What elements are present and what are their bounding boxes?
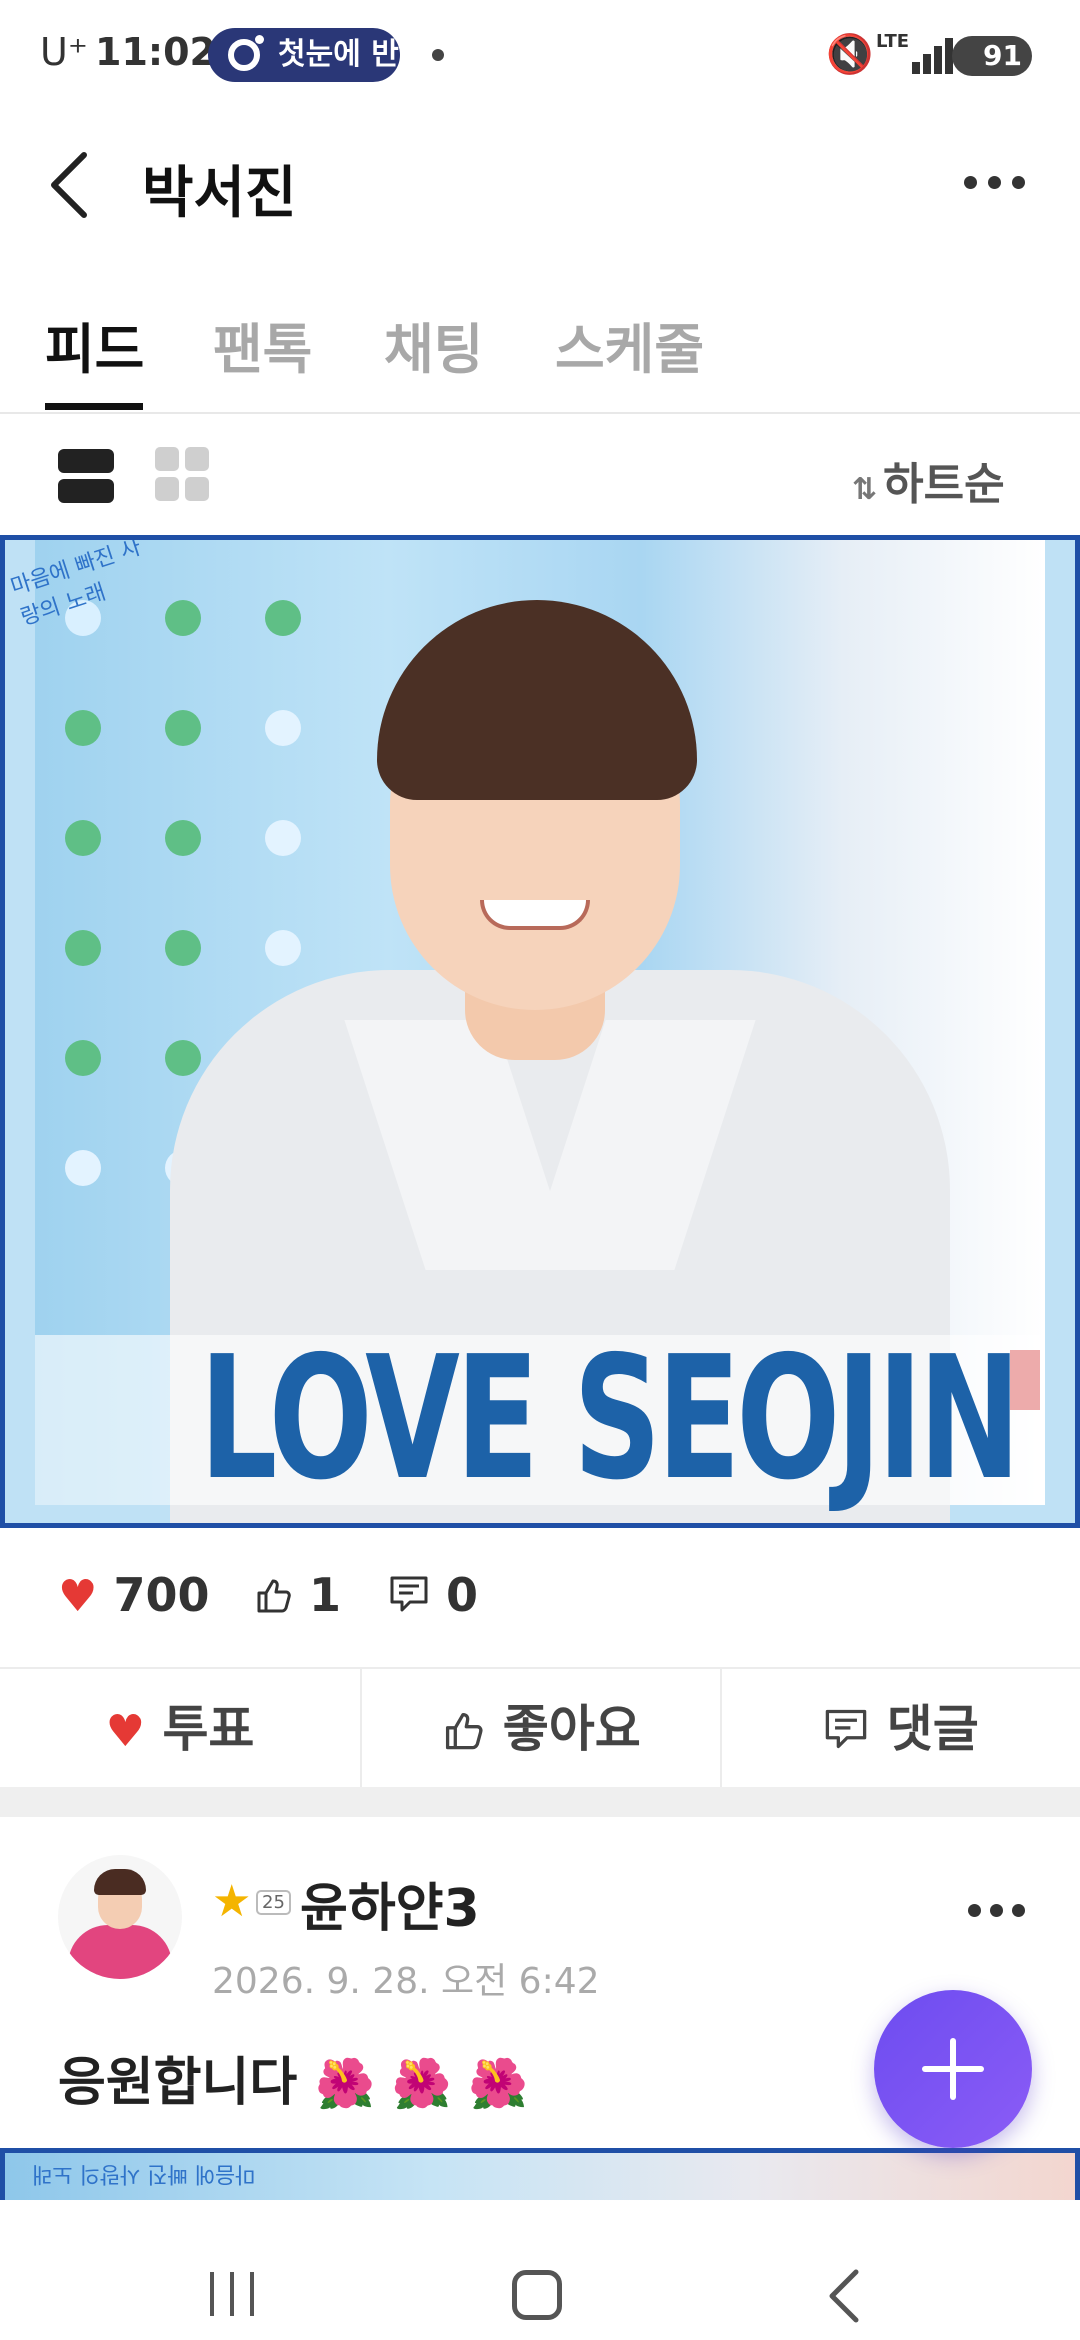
like-button[interactable]: 좋아요 [360,1669,720,1789]
list-view-icon[interactable] [58,447,114,503]
comment-icon [390,1576,428,1612]
network-type: LTE [876,31,910,52]
back-icon[interactable] [40,145,100,225]
nav-back-icon[interactable] [820,2266,870,2326]
action-row: ♥ 투표 좋아요 댓글 [0,1667,1080,1789]
pill-text: 첫눈에 반 [278,37,399,72]
comment-icon [826,1709,867,1749]
tab-chat[interactable]: 채팅 [384,305,483,384]
signal-icon [912,34,956,74]
page-title: 박서진 [142,161,297,226]
level-badge: ★ 25 [212,1876,291,1927]
comment-count: 0 [446,1568,479,1622]
section-divider [0,1787,1080,1817]
feed-image[interactable]: 마음에 빠진 사랑의 노래 LOVE SEOJIN [0,535,1080,1528]
heart-count: 700 [113,1568,210,1622]
post-body: 응원합니다 🌺 🌺 🌺 [58,2040,528,2115]
grid-view-icon[interactable] [155,447,209,501]
sort-button[interactable]: ⇅ 하트순 [852,448,1005,512]
music-icon [228,35,264,71]
thumbs-up-icon [257,1579,291,1613]
more-options-icon[interactable] [964,168,1028,198]
post-text: 응원합니다 [58,2053,298,2113]
notification-dot [432,49,444,61]
sort-icon: ⇅ [852,472,878,507]
active-tab-indicator [45,403,143,410]
tab-feed[interactable]: 피드 [45,305,144,384]
vote-label: 투표 [162,1700,255,1758]
stamp-logo: 마음에 빠진 사랑의 노래 [32,2161,256,2186]
carrier-label: U⁺ [40,30,88,74]
divider [0,412,1080,414]
post-timestamp: 2026. 9. 28. 오전 6:42 [212,1961,600,2002]
username[interactable]: 윤하얀3 [300,1866,480,1941]
avatar[interactable] [58,1855,182,1979]
home-icon[interactable] [512,2270,562,2320]
comment-button[interactable]: 댓글 [720,1669,1080,1789]
clock: 11:02 [95,30,216,74]
thumbs-up-icon [446,1712,483,1750]
mute-icon: 🔇 [826,32,874,76]
system-nav-bar [0,2200,1080,2340]
level-number: 25 [256,1890,291,1915]
vote-button[interactable]: ♥ 투표 [0,1669,360,1789]
heart-icon: ♥ [105,1706,146,1757]
post-more-icon[interactable] [968,1896,1028,1926]
tab-fantalk[interactable]: 팬톡 [213,305,312,384]
tab-schedule[interactable]: 스케줄 [555,305,704,384]
sort-label: 하트순 [883,459,1005,510]
status-bar: U⁺ 11:02 첫눈에 반 🔇 LTE 91 [0,0,1080,110]
recents-icon[interactable] [210,2272,260,2316]
add-post-button[interactable] [874,1990,1032,2148]
star-icon: ★ [212,1876,252,1927]
flower-emojis: 🌺 🌺 🌺 [315,2056,529,2112]
battery-icon: 91 [952,36,1032,76]
image-caption: LOVE SEOJIN [199,1320,1020,1518]
heart-icon: ♥ [58,1571,98,1622]
comment-label: 댓글 [886,1700,979,1758]
notification-pill[interactable]: 첫눈에 반 [208,28,400,82]
like-count: 1 [309,1568,342,1622]
like-label: 좋아요 [502,1700,641,1758]
